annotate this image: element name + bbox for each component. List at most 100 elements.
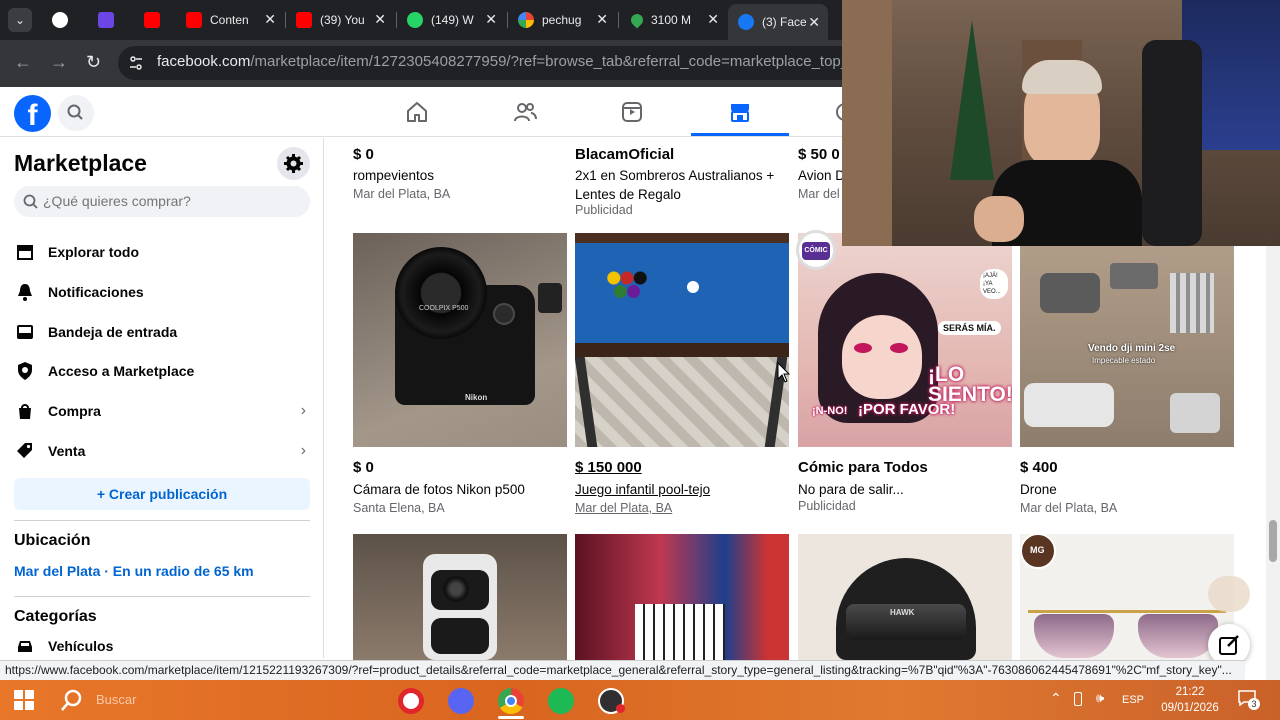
- home-icon[interactable]: [405, 100, 429, 124]
- tab-label: (149) W: [431, 13, 474, 27]
- tab-whatsapp[interactable]: (149) W ✕: [407, 6, 497, 34]
- billiard-balls: [605, 269, 649, 299]
- listing-title[interactable]: Juego infantil pool-tejo: [575, 480, 710, 499]
- chrome-icon[interactable]: [498, 688, 524, 714]
- notification-center-button[interactable]: 3: [1238, 690, 1260, 710]
- forward-button[interactable]: →: [50, 52, 68, 73]
- listing-title[interactable]: No para de salir...: [798, 480, 904, 499]
- tab-google[interactable]: pechug ✕: [518, 6, 608, 34]
- sidebar-item-bandeja[interactable]: Bandeja de entrada: [14, 318, 314, 346]
- close-icon[interactable]: ✕: [707, 11, 719, 28]
- location-filter-link[interactable]: Mar del Plata · En un radio de 65 km: [14, 563, 254, 579]
- comic-badge[interactable]: CÓMIC: [796, 230, 836, 270]
- listing-title[interactable]: Drone: [1020, 480, 1057, 499]
- close-icon[interactable]: ✕: [374, 11, 386, 28]
- sidebar-item-venta[interactable]: Venta ›: [14, 437, 314, 465]
- listing-title[interactable]: Avion D: [798, 166, 842, 185]
- chevron-up-icon[interactable]: ⌃: [1050, 690, 1062, 707]
- listing-price[interactable]: $ 0: [353, 146, 374, 163]
- tab-maps[interactable]: 3100 M ✕: [628, 6, 719, 34]
- tab-threads[interactable]: [52, 6, 76, 34]
- youtube-icon: [296, 12, 312, 28]
- reload-button[interactable]: ↻: [86, 52, 101, 73]
- maps-icon: [628, 11, 646, 29]
- app-icon: [98, 12, 114, 28]
- obs-recording-dot: [616, 704, 625, 713]
- listing-location: Mar del: [798, 187, 840, 201]
- ad-advertiser[interactable]: BlacamOficial: [575, 146, 674, 163]
- comic-text-losiento: ¡LO SIENTO!: [928, 363, 1012, 406]
- video-icon[interactable]: [620, 100, 644, 124]
- listing-image-helmet[interactable]: HAWK: [798, 534, 1012, 660]
- spotify-icon[interactable]: [548, 688, 574, 714]
- sidebar-item-explorar[interactable]: Explorar todo: [14, 238, 314, 266]
- ad-image-comic[interactable]: SERÁS MÍA. ¡LO SIENTO! ¡POR FAVOR! ¡N-NO…: [798, 233, 1012, 447]
- friends-icon[interactable]: [513, 100, 537, 124]
- sidebar-item-compra[interactable]: Compra ›: [14, 397, 314, 425]
- site-info-icon[interactable]: [128, 55, 144, 71]
- create-listing-button[interactable]: + Crear publicación: [14, 478, 310, 510]
- chevron-right-icon: ›: [300, 402, 306, 419]
- close-icon[interactable]: ✕: [596, 11, 608, 28]
- listing-image-security-camera[interactable]: [353, 534, 567, 660]
- sidebar-item-notificaciones[interactable]: Notificaciones: [14, 278, 314, 306]
- sidebar-item-label: Venta: [48, 443, 86, 459]
- sunglasses-left-lens: [1034, 614, 1114, 658]
- tab-youtube-content[interactable]: Conten ✕: [186, 6, 276, 34]
- listing-price[interactable]: $ 400: [1020, 459, 1058, 476]
- volume-icon[interactable]: 🕪: [1096, 690, 1104, 706]
- cue-ball: [687, 281, 699, 293]
- opera-icon[interactable]: [398, 688, 424, 714]
- listing-image-pool-table[interactable]: [575, 233, 789, 447]
- tab-app[interactable]: [98, 6, 122, 34]
- close-icon[interactable]: ✕: [485, 11, 497, 28]
- listing-title[interactable]: rompevientos: [353, 166, 434, 185]
- close-icon[interactable]: ✕: [808, 14, 820, 31]
- listing-price[interactable]: $ 0: [353, 459, 374, 476]
- divider: [14, 520, 310, 521]
- windows-start-icon[interactable]: [14, 690, 34, 710]
- sidebar-item-acceso[interactable]: Acceso a Marketplace: [14, 357, 314, 385]
- tab-youtube[interactable]: [144, 6, 168, 34]
- listing-title[interactable]: Cámara de fotos Nikon p500: [353, 480, 525, 499]
- category-item-vehiculos[interactable]: Vehículos: [14, 632, 314, 660]
- battery-icon[interactable]: [1074, 692, 1082, 706]
- listing-image-keyboard[interactable]: [575, 534, 789, 660]
- language-indicator[interactable]: ESP: [1122, 694, 1144, 706]
- chevron-right-icon: ›: [300, 442, 306, 459]
- settings-button[interactable]: [277, 147, 310, 180]
- listing-image-camera[interactable]: COOLPIX P500 Nikon: [353, 233, 567, 447]
- taskbar-search-box[interactable]: Buscar: [48, 683, 254, 717]
- listing-price[interactable]: $ 50 0: [798, 146, 842, 163]
- sunglasses-right-lens: [1138, 614, 1218, 658]
- listing-price[interactable]: $ 150 000: [575, 459, 642, 476]
- tab-youtube-39[interactable]: (39) You ✕: [296, 6, 386, 34]
- notification-count: 3: [1248, 698, 1260, 710]
- taskbar-clock[interactable]: 21:22 09/01/2026: [1160, 684, 1220, 716]
- keyboard-keys: [635, 604, 725, 660]
- drone-text-line1: Vendo dji mini 2se: [1088, 343, 1176, 354]
- seller-badge[interactable]: MG: [1020, 533, 1056, 569]
- search-icon: [67, 104, 83, 120]
- page-scrollbar-thumb[interactable]: [1269, 520, 1277, 562]
- page-scrollbar[interactable]: [1266, 246, 1280, 680]
- close-icon[interactable]: ✕: [264, 11, 276, 28]
- browser-tab-bar: ⌄ Conten ✕ (39) You ✕ (149) W ✕ pechug ✕…: [0, 0, 842, 40]
- floating-pill[interactable]: [1208, 576, 1250, 612]
- location-heading: Ubicación: [14, 532, 91, 549]
- facebook-search-button[interactable]: [58, 95, 94, 131]
- shield-icon: [14, 360, 36, 382]
- listing-location: Mar del Plata, BA: [1020, 501, 1118, 515]
- ad-advertiser[interactable]: Cómic para Todos: [798, 459, 928, 476]
- marketplace-search-input[interactable]: [43, 193, 293, 209]
- marketplace-icon[interactable]: [728, 100, 752, 124]
- facebook-logo[interactable]: f: [14, 95, 51, 132]
- listing-image-drone[interactable]: Vendo dji mini 2se Impecable estado: [1020, 233, 1234, 447]
- tab-list-button[interactable]: ⌄: [8, 8, 32, 32]
- listing-title[interactable]: 2x1 en Sombreros Australianos + Lentes d…: [575, 166, 785, 204]
- discord-icon[interactable]: [448, 688, 474, 714]
- tab-facebook-active[interactable]: (3) Face ✕: [728, 4, 828, 40]
- back-button[interactable]: ←: [14, 52, 32, 73]
- url-path: /marketplace/item/1272305408277959/?ref=…: [250, 53, 842, 70]
- inbox-icon: [14, 321, 36, 343]
